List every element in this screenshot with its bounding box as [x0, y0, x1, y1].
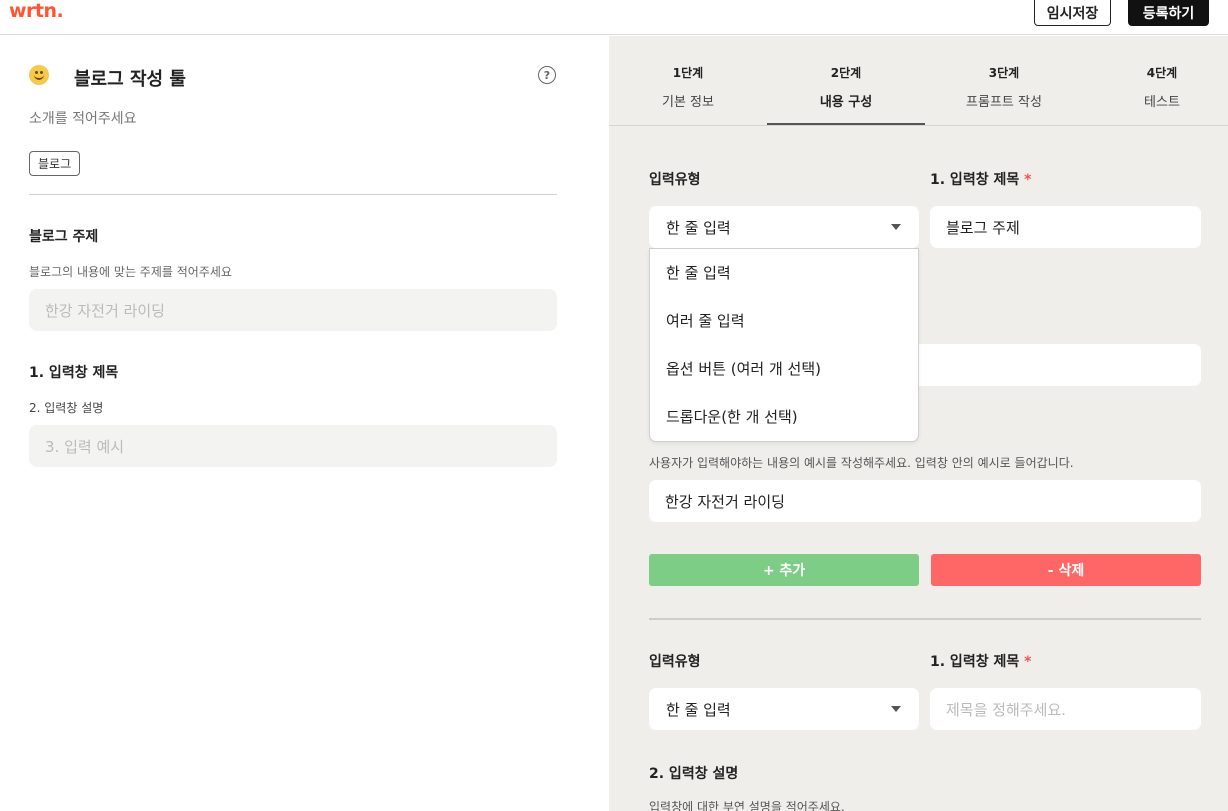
help-icon[interactable]: ? — [538, 66, 556, 84]
input-type-label: 입력유형 — [649, 172, 701, 188]
field-title-text: 1. 입력창 제목 — [930, 172, 1020, 188]
tab-step-name: 프롬프트 작성 — [966, 95, 1042, 110]
input-type-select[interactable]: 한 줄 입력 — [649, 206, 919, 248]
block-divider — [649, 618, 1201, 620]
field-example-input[interactable]: 한강 자전거 라이딩 — [649, 480, 1201, 522]
dropdown-option-multi-line[interactable]: 여러 줄 입력 — [666, 310, 745, 331]
topic-preview-input[interactable]: 한강 자전거 라이딩 — [29, 289, 557, 331]
preview-panel: 블로그 작성 툴 ? 소개를 적어주세요 블로그 블로그 주제 블로그의 내용에… — [0, 36, 609, 811]
field-example-preview-input[interactable]: 3. 입력 예시 — [29, 425, 557, 467]
field-title-input[interactable]: 블로그 주제 — [930, 206, 1201, 248]
add-field-button[interactable]: + 추가 — [649, 554, 919, 586]
field-description-hint: 입력창에 대한 부연 설명을 적어주세요. — [649, 800, 845, 811]
delete-field-button[interactable]: - 삭제 — [931, 554, 1201, 586]
required-mark: * — [1024, 172, 1032, 188]
active-tab-indicator — [767, 123, 925, 125]
tab-step-number: 3단계 — [988, 66, 1020, 80]
register-button[interactable]: 등록하기 — [1128, 0, 1209, 26]
tab-step-1[interactable]: 1단계 기본 정보 — [609, 64, 767, 110]
input-type-dropdown-menu: 한 줄 입력 여러 줄 입력 옵션 버튼 (여러 개 선택) 드롭다운(한 개 … — [649, 248, 919, 442]
top-bar: wrtn. 임시저장 등록하기 — [0, 0, 1228, 35]
tab-step-number: 2단계 — [830, 66, 862, 80]
tab-step-3[interactable]: 3단계 프롬프트 작성 — [925, 64, 1083, 110]
field-description-label: 2. 입력창 설명 — [649, 766, 739, 782]
tab-step-number: 1단계 — [672, 66, 704, 80]
input-type-value: 한 줄 입력 — [666, 700, 731, 719]
smile-emoji-icon — [29, 65, 49, 85]
tool-intro: 소개를 적어주세요 — [29, 111, 137, 127]
dropdown-option-option-buttons[interactable]: 옵션 버튼 (여러 개 선택) — [666, 358, 821, 379]
field-title-input[interactable]: 제목을 정해주세요. — [930, 688, 1201, 730]
field-description: 2. 입력창 설명 — [29, 401, 104, 415]
field-title-label: 1. 입력창 제목 * — [930, 169, 1031, 189]
field-title-text: 1. 입력창 제목 — [930, 654, 1020, 670]
field-title-label: 1. 입력창 제목 — [29, 365, 119, 381]
step-tabs: 1단계 기본 정보 2단계 내용 구성 3단계 프롬프트 작성 4단계 테스트 — [609, 36, 1228, 126]
editor-panel: 1단계 기본 정보 2단계 내용 구성 3단계 프롬프트 작성 4단계 테스트 … — [609, 36, 1228, 811]
topic-label: 블로그 주제 — [29, 229, 99, 245]
divider — [29, 194, 557, 195]
chevron-down-icon — [891, 706, 901, 712]
tab-step-number: 4단계 — [1146, 66, 1178, 80]
input-type-select[interactable]: 한 줄 입력 — [649, 688, 919, 730]
input-type-value: 한 줄 입력 — [666, 218, 731, 237]
wrtn-logo[interactable]: wrtn. — [9, 0, 64, 22]
category-tag: 블로그 — [29, 151, 81, 176]
temp-save-button[interactable]: 임시저장 — [1034, 0, 1111, 26]
dropdown-option-dropdown[interactable]: 드롭다운(한 개 선택) — [666, 406, 798, 427]
dropdown-option-single-line[interactable]: 한 줄 입력 — [666, 262, 731, 283]
input-type-label: 입력유형 — [649, 654, 701, 670]
topic-description: 블로그의 내용에 맞는 주제를 적어주세요 — [29, 265, 232, 279]
tab-step-name: 기본 정보 — [662, 95, 714, 110]
tab-step-name: 내용 구성 — [819, 95, 873, 110]
chevron-down-icon — [891, 224, 901, 230]
tool-title: 블로그 작성 툴 — [74, 69, 186, 90]
field-title-label: 1. 입력창 제목 * — [930, 651, 1031, 671]
tab-step-name: 테스트 — [1144, 95, 1180, 110]
example-description: 사용자가 입력해야하는 내용의 예시를 작성해주세요. 입력창 안의 예시로 들… — [649, 456, 1074, 470]
tab-step-2[interactable]: 2단계 내용 구성 — [767, 64, 925, 110]
required-mark: * — [1024, 654, 1032, 670]
tab-step-4[interactable]: 4단계 테스트 — [1083, 64, 1228, 110]
